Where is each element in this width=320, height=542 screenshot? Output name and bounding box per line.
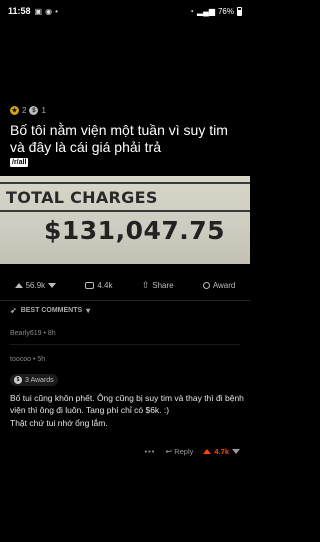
comment-text: Bố tui cũng khôn phết. Ông cũng bị suy t… [10,393,244,415]
comment-text: Thật chứ tui nhớ ổng lắm. [10,418,108,428]
comment-age: 5h [37,356,46,363]
comment-author: Bearly619 [10,330,42,337]
upvote-icon[interactable] [14,282,23,288]
battery-percent: 76% [217,6,234,16]
notification-icon: • [55,6,58,16]
notification-icons: ▣ ◉ • [35,7,58,16]
image-charges-amount: $131,047.75 [44,216,226,245]
post-awards[interactable]: ★ 2 $ 1 [10,106,46,115]
downvote-icon[interactable] [232,448,240,454]
post-action-bar: 56.9k 4.4k ⇧ Share Award [0,276,250,294]
rocket-icon: ➶ [10,306,17,315]
signal-icon: ▂▄▆ [197,6,215,16]
comment-age: 8h [47,330,56,337]
sort-label: BEST COMMENTS [20,307,83,314]
reply-button[interactable]: ↩ Reply [165,447,193,456]
status-bar: 11:58 ▣ ◉ • ◔ ▂▄▆ 76% [0,0,250,22]
share-button[interactable]: ⇧ Share [142,280,174,291]
image-rule [0,210,250,212]
image-charges-label: TOTAL CHARGES [6,188,158,207]
upvote-icon[interactable] [203,448,212,454]
collapsed-comment[interactable]: Bearly619 • 8h [10,330,56,337]
comments-count: 4.4k [97,280,113,290]
silver-award-icon: $ [29,106,39,115]
silver-award-count: 1 [41,106,46,115]
vote-control: 56.9k [14,280,57,290]
comment-body: Bố tui cũng khôn phết. Ông cũng bị suy t… [10,392,246,430]
notification-icon: ◉ [45,6,53,16]
award-label: Award [212,280,236,290]
share-icon: ⇧ [141,279,150,290]
wifi-icon: ◔ [189,6,194,16]
reply-icon: ↩ [165,446,173,456]
subreddit-tag[interactable]: /r/all [10,158,29,167]
award-button[interactable]: Award [202,280,236,290]
status-time: 11:58 [8,6,31,16]
share-label: Share [152,280,174,290]
divider [0,300,250,301]
chevron-down-icon: ▾ [86,306,91,315]
comment-awards-label: 3 Awards [25,376,54,384]
battery-icon [237,6,242,16]
notification-icon: ▣ [34,6,43,16]
post-image[interactable]: TOTAL CHARGES $131,047.75 [0,176,250,264]
downvote-icon[interactable] [48,282,57,288]
status-right: ◔ ▂▄▆ 76% [189,6,242,16]
comments-button[interactable]: 4.4k [85,280,113,290]
post-title[interactable]: Bố tôi nằm viện một tuần vì suy tim và đ… [10,122,242,156]
comment-sort-selector[interactable]: ➶ BEST COMMENTS ▾ [10,306,90,315]
silver-award-icon: $ [14,376,22,384]
comment-icon [85,281,95,289]
comment-header[interactable]: toocoo • 5h [10,356,45,363]
comment-awards-badge[interactable]: $ 3 Awards [10,374,58,386]
post-score: 56.9k [25,280,46,290]
reply-label: Reply [174,446,194,456]
gold-award-icon: ★ [10,106,19,115]
divider [10,344,240,345]
comment-score: 4.7k [214,446,229,456]
award-icon [202,281,210,289]
image-rule [0,182,250,184]
gold-award-count: 2 [22,106,27,115]
comment-actions: ••• ↩ Reply 4.7k [0,444,250,458]
comment-author: toocoo [10,356,32,363]
comment-vote-control: 4.7k [203,447,240,456]
more-options-icon[interactable]: ••• [145,447,156,456]
